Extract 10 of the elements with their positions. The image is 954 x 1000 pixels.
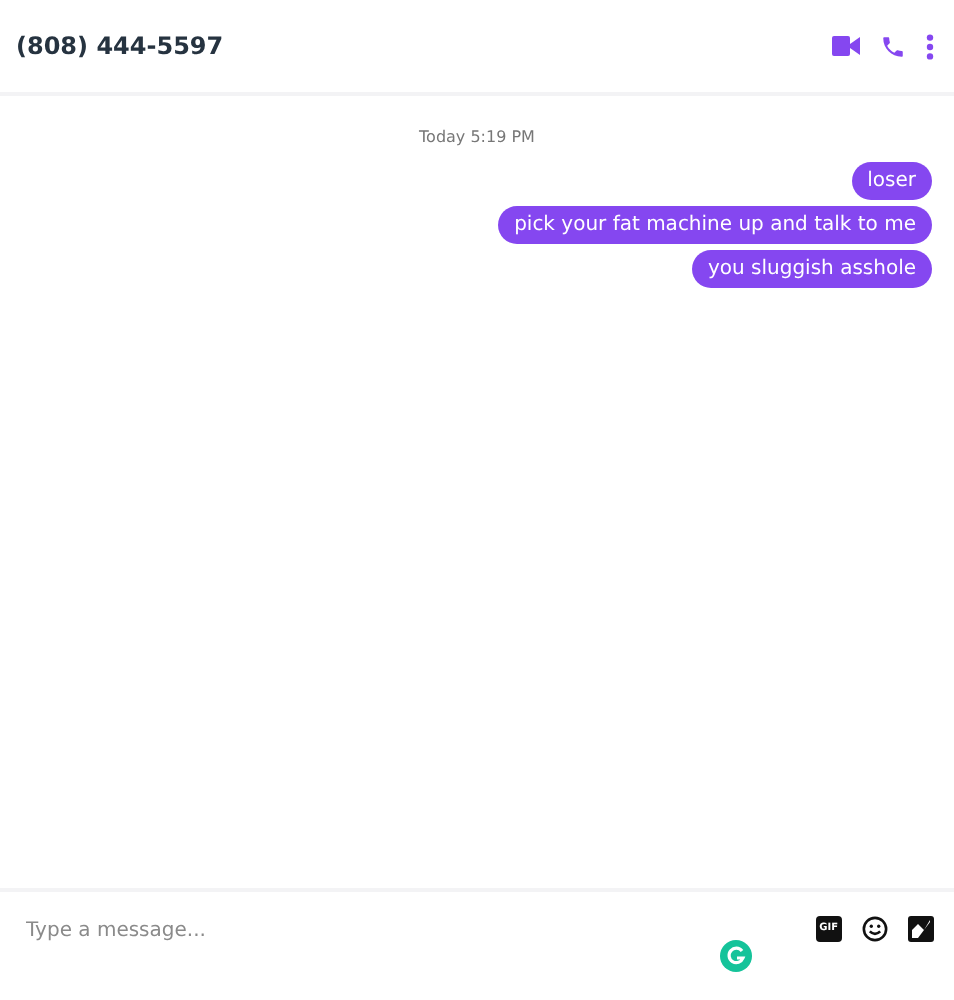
phone-icon[interactable] [880,33,906,59]
message-bubble: you sluggish asshole [691,250,932,288]
contact-title: (808) 444-5597 [16,32,226,60]
video-camera-icon[interactable] [832,36,860,56]
message-bubble: loser [851,162,932,200]
timestamp: Today 5:19 PM [419,128,535,146]
message-input[interactable]: Type a message... [16,912,816,950]
smiley-icon[interactable] [862,916,888,942]
more-options-icon[interactable] [926,33,934,59]
message-bubble: pick your fat machine up and talk to me [498,206,932,244]
